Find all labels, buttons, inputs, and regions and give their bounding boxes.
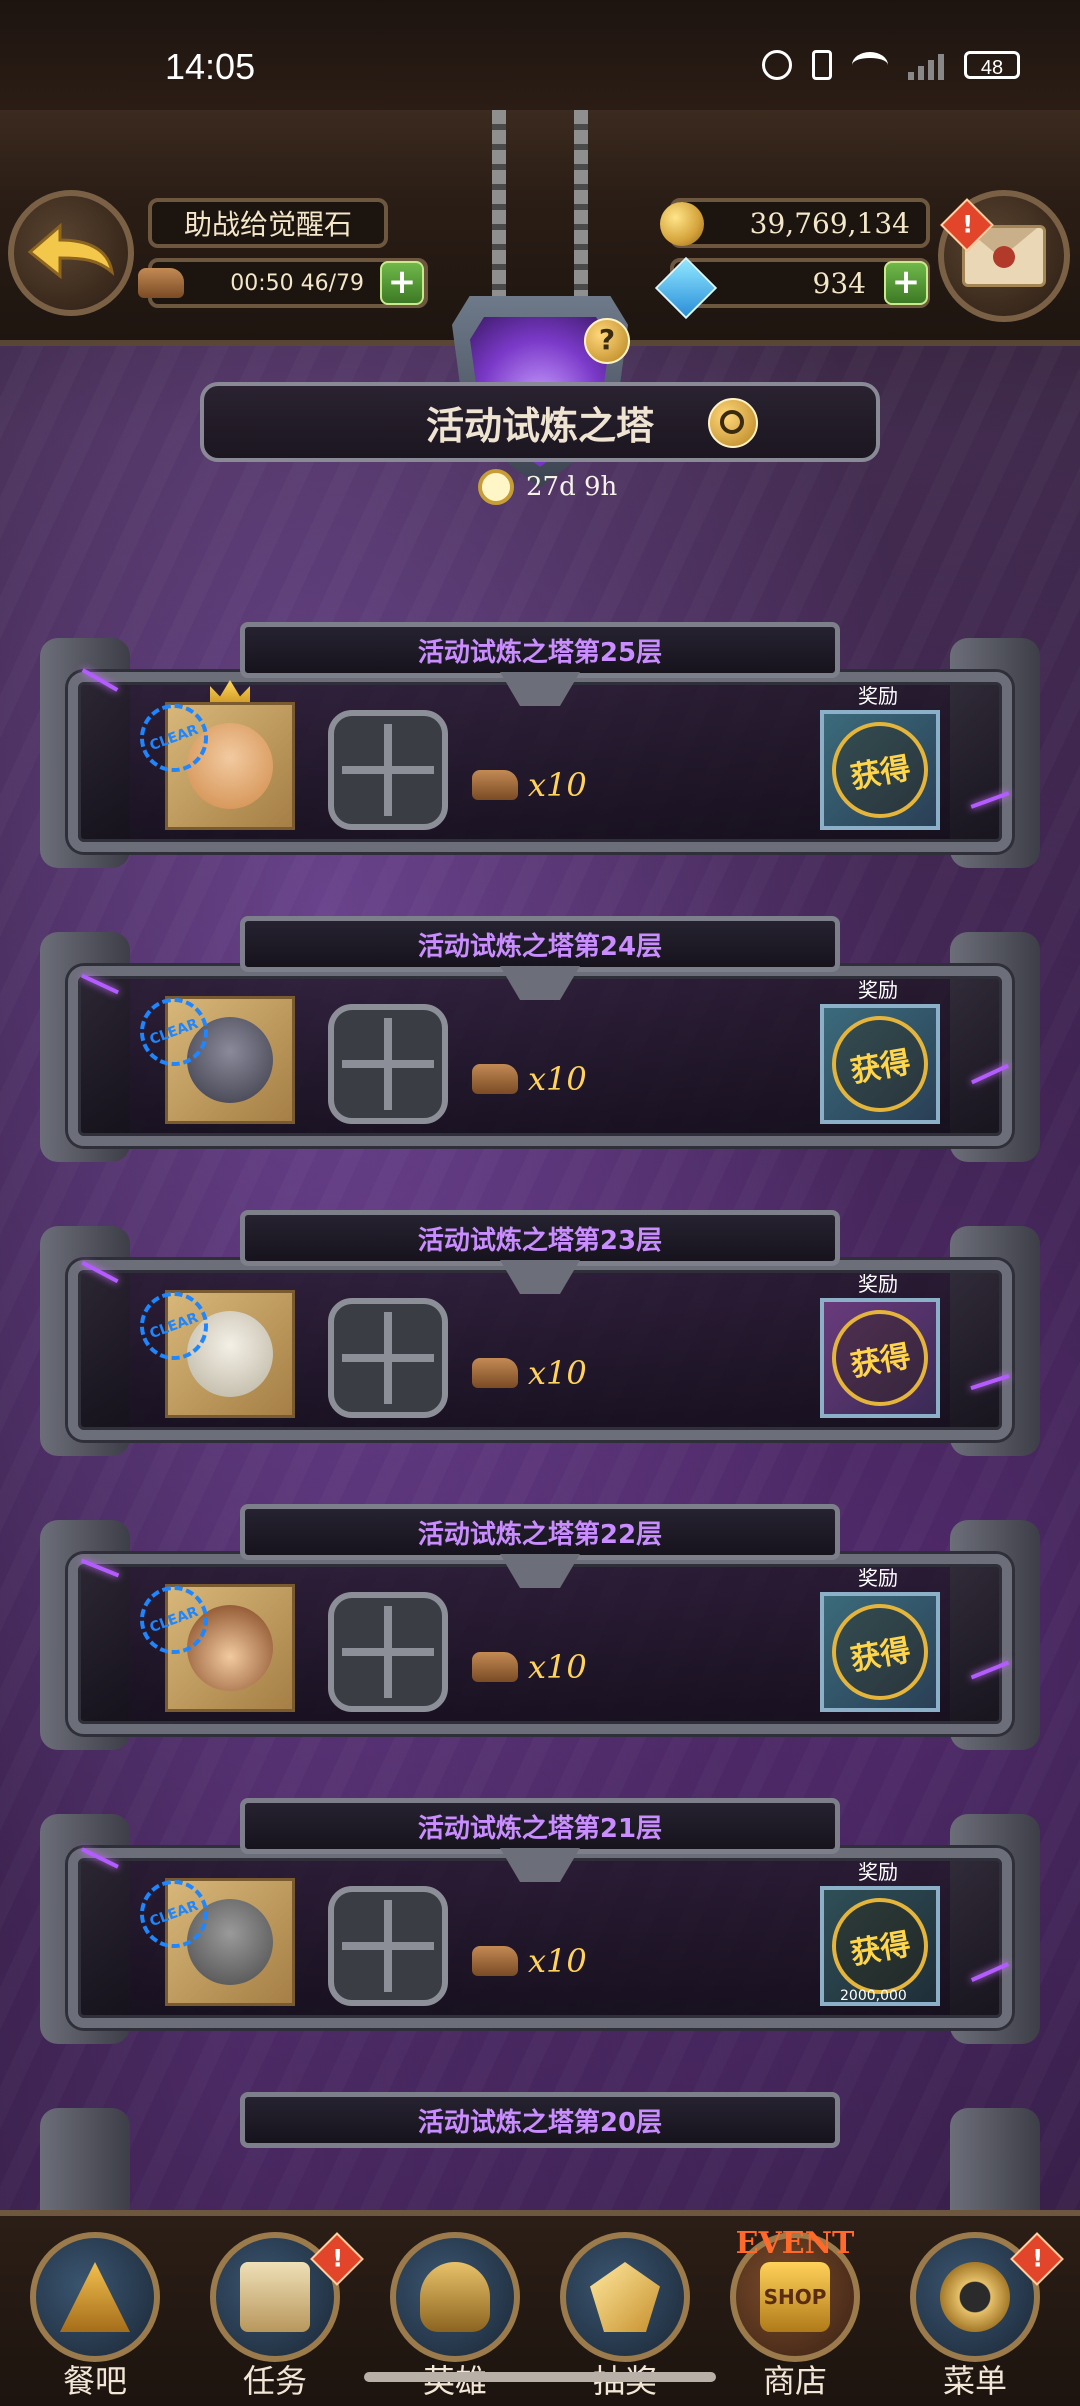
floor-card[interactable]: 活动试炼之塔第20层: [40, 2088, 1040, 2228]
helmet-icon: [420, 2262, 490, 2332]
event-timer: 27d 9h: [478, 462, 617, 512]
boot-icon: [472, 1358, 518, 1388]
floor-title: 活动试炼之塔第24层: [240, 916, 840, 972]
back-button[interactable]: [8, 190, 134, 316]
floor-card[interactable]: 活动试炼之塔第25层 CLEAR x10 奖励 获得: [40, 618, 1040, 878]
gold-coin-icon: [660, 202, 704, 246]
stamina-boot-icon: [138, 268, 184, 298]
wifi-icon: [852, 52, 888, 78]
floor-title: 活动试炼之塔第25层: [240, 622, 840, 678]
reward-quantity: 2000,000: [840, 1988, 907, 2004]
stamina-cost: x10: [472, 766, 587, 804]
vibrate-icon: [812, 50, 832, 80]
stamina-cost: x10: [472, 1354, 587, 1392]
obtained-stamp: 获得: [824, 714, 936, 826]
reward-label: 奖励: [858, 1272, 898, 1296]
boot-icon: [472, 1652, 518, 1682]
hero-slot-icon[interactable]: [328, 1886, 448, 2006]
tower-title-banner: 活动试炼之塔: [200, 382, 880, 462]
search-icon[interactable]: [708, 398, 758, 448]
nav-label: 餐吧: [62, 2362, 127, 2400]
floor-title: 活动试炼之塔第22层: [240, 1504, 840, 1560]
top-header: 助战给觉醒石 00:50 46/79 + ? 39,769,134 934 + …: [0, 110, 1080, 488]
reward-label: 奖励: [858, 978, 898, 1002]
reward-item[interactable]: 获得: [820, 1004, 940, 1124]
help-icon[interactable]: ?: [584, 318, 630, 364]
home-indicator[interactable]: [364, 2372, 716, 2382]
timer-value: 27d 9h: [526, 472, 618, 502]
tower-title: 活动试炼之塔: [425, 403, 654, 448]
chain-left: [492, 110, 506, 300]
status-time: 14:05: [165, 46, 256, 87]
status-icons: 48: [762, 50, 1020, 80]
chain-right: [574, 110, 588, 300]
boot-icon: [472, 1064, 518, 1094]
back-arrow-icon: [27, 222, 115, 280]
reward-label: 奖励: [858, 1566, 898, 1590]
status-bar: 14:05 48: [0, 0, 1080, 110]
nav-label: 任务: [242, 2362, 307, 2400]
stamina-cost: x10: [472, 1060, 587, 1098]
reward-item[interactable]: 获得: [820, 1592, 940, 1712]
nav-label: 商店: [762, 2362, 827, 2400]
support-label: 助战给觉醒石: [183, 208, 352, 241]
boot-icon: [472, 1946, 518, 1976]
reward-label: 奖励: [858, 684, 898, 708]
hero-slot-icon[interactable]: [328, 1004, 448, 1124]
stamina-cost: x10: [472, 1648, 587, 1686]
battery-indicator: 48: [964, 51, 1020, 79]
obtained-stamp: 获得: [824, 1008, 936, 1120]
support-panel[interactable]: 助战给觉醒石: [148, 198, 388, 248]
clock-icon: [478, 469, 514, 505]
quest-scroll-icon: [240, 2262, 310, 2332]
floor-title: 活动试炼之塔第23层: [240, 1210, 840, 1266]
nav-tavern[interactable]: 餐吧: [20, 2232, 170, 2402]
hero-slot-icon[interactable]: [328, 1592, 448, 1712]
obtained-stamp: 获得: [824, 1302, 936, 1414]
hero-slot-icon[interactable]: [328, 710, 448, 830]
reward-item[interactable]: 获得: [820, 1298, 940, 1418]
crystal-icon: [590, 2262, 660, 2332]
nav-event-shop[interactable]: SHOP EVENT 商店: [720, 2226, 870, 2402]
nav-label: 菜单: [942, 2362, 1007, 2400]
gold-value: 39,769,134: [749, 206, 910, 240]
gem-value: 934: [812, 266, 866, 300]
nav-quest[interactable]: ! 任务: [200, 2232, 364, 2402]
gold-panel: 39,769,134: [670, 198, 930, 248]
hero-slot-icon[interactable]: [328, 1298, 448, 1418]
reward-label: 奖励: [858, 1860, 898, 1884]
reward-item[interactable]: 获得: [820, 710, 940, 830]
nav-menu[interactable]: ! 菜单: [900, 2232, 1064, 2402]
floor-title: 活动试炼之塔第21层: [240, 1798, 840, 1854]
signal-icon: [908, 50, 944, 80]
floor-card[interactable]: 活动试炼之塔第23层 CLEAR x10 奖励 获得: [40, 1206, 1040, 1466]
obtained-stamp: 获得: [824, 1596, 936, 1708]
floor-card[interactable]: 活动试炼之塔第21层 CLEAR x10 奖励 获得 2000,000: [40, 1794, 1040, 2054]
stamina-cost: x10: [472, 1942, 587, 1980]
gear-menu-icon: [940, 2262, 1010, 2332]
stamina-value: 00:50 46/79: [230, 270, 364, 296]
alarm-icon: [762, 50, 792, 80]
floor-card[interactable]: 活动试炼之塔第24层 CLEAR x10 奖励 获得: [40, 912, 1040, 1172]
floor-title: 活动试炼之塔第20层: [240, 2092, 840, 2148]
event-badge: EVENT: [735, 2226, 855, 2261]
add-stamina-button[interactable]: +: [380, 261, 424, 305]
boot-icon: [472, 770, 518, 800]
floor-card[interactable]: 活动试炼之塔第22层 CLEAR x10 奖励 获得: [40, 1500, 1040, 1760]
tavern-icon: [60, 2262, 130, 2332]
obtained-stamp: 获得: [824, 1890, 936, 2002]
add-gem-button[interactable]: +: [884, 261, 928, 305]
